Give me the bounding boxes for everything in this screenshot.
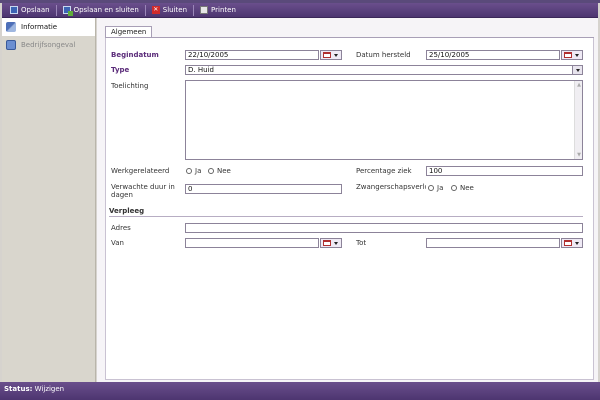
datum-hersteld-label: Datum hersteld bbox=[356, 51, 411, 59]
verpleeg-section-title: Verpleeg bbox=[109, 207, 145, 215]
document-icon bbox=[6, 40, 16, 50]
tab-algemeen[interactable]: Algemeen bbox=[105, 26, 153, 37]
type-select[interactable]: D. Huid bbox=[185, 65, 583, 75]
chevron-down-icon bbox=[334, 242, 338, 245]
adres-label: Adres bbox=[111, 224, 131, 232]
save-and-close-button[interactable]: Opslaan en sluiten bbox=[59, 4, 143, 17]
sidebar-item-label: Bedrijfsongeval bbox=[21, 41, 76, 49]
chevron-down-icon bbox=[334, 54, 338, 57]
save-close-label: Opslaan en sluiten bbox=[73, 6, 139, 14]
werkgerelateerd-nee-radio[interactable] bbox=[208, 168, 214, 174]
chevron-down-icon bbox=[575, 54, 579, 57]
toolbar: Opslaan Opslaan en sluiten ✕ Sluiten Pri… bbox=[2, 3, 598, 18]
toolbar-separator bbox=[144, 4, 146, 16]
tot-calendar-button[interactable] bbox=[561, 238, 583, 248]
main-content: Algemeen Begindatum 22/10/2005 Datum her… bbox=[97, 18, 598, 382]
toelichting-textarea[interactable]: ▲ ▼ bbox=[185, 80, 583, 160]
close-label: Sluiten bbox=[162, 6, 188, 14]
sidebar-item-bedrijfsongeval[interactable]: Bedrijfsongeval bbox=[2, 36, 95, 54]
type-dropdown-arrow[interactable] bbox=[572, 65, 583, 75]
status-bar: Status: Wijzigen bbox=[0, 382, 600, 400]
van-label: Van bbox=[111, 239, 124, 247]
save-icon bbox=[10, 6, 18, 14]
save-button-label: Opslaan bbox=[21, 6, 50, 14]
percentage-ziek-label: Percentage ziek bbox=[356, 167, 412, 175]
van-calendar-button[interactable] bbox=[320, 238, 342, 248]
van-field[interactable] bbox=[185, 238, 319, 248]
sidebar-item-label: Informatie bbox=[21, 23, 58, 31]
verwachte-duur-label: Verwachte duur in dagen bbox=[111, 183, 175, 199]
zwangerschap-nee-label: Nee bbox=[460, 184, 474, 192]
datum-hersteld-calendar-button[interactable] bbox=[561, 50, 583, 60]
werkgerelateerd-ja-label: Ja bbox=[195, 167, 202, 175]
percentage-ziek-field[interactable]: 100 bbox=[426, 166, 583, 176]
section-divider bbox=[109, 216, 583, 217]
scroll-down-icon[interactable]: ▼ bbox=[576, 152, 582, 158]
textarea-scrollbar[interactable]: ▲ ▼ bbox=[574, 81, 582, 159]
adres-field[interactable] bbox=[185, 223, 583, 233]
werkgerelateerd-ja-radio[interactable] bbox=[186, 168, 192, 174]
tot-field[interactable] bbox=[426, 238, 560, 248]
tot-label: Tot bbox=[356, 239, 367, 247]
toolbar-separator bbox=[55, 4, 57, 16]
print-button[interactable]: Printen bbox=[196, 4, 240, 17]
toolbar-separator bbox=[193, 4, 195, 16]
close-button[interactable]: ✕ Sluiten bbox=[148, 4, 191, 17]
save-close-icon bbox=[62, 6, 73, 16]
chevron-down-icon bbox=[575, 242, 579, 245]
print-icon bbox=[200, 6, 209, 14]
information-icon bbox=[6, 22, 16, 32]
sidebar-item-informatie[interactable]: Informatie bbox=[2, 18, 95, 36]
calendar-icon bbox=[323, 240, 331, 246]
calendar-icon bbox=[564, 52, 572, 58]
zwangerschap-ja-radio[interactable] bbox=[428, 185, 434, 191]
verwachte-duur-field[interactable]: 0 bbox=[185, 184, 342, 194]
werkgerelateerd-nee-label: Nee bbox=[217, 167, 231, 175]
tab-strip: Algemeen bbox=[105, 26, 153, 37]
close-icon: ✕ bbox=[151, 6, 160, 14]
toelichting-label: Toelichting bbox=[111, 82, 149, 90]
calendar-icon bbox=[564, 240, 572, 246]
zwangerschap-label: Zwangerschapsverlc bbox=[356, 183, 426, 191]
sidebar: Informatie Bedrijfsongeval bbox=[2, 18, 96, 382]
datum-hersteld-field[interactable]: 25/10/2005 bbox=[426, 50, 560, 60]
begindatum-field[interactable]: 22/10/2005 bbox=[185, 50, 319, 60]
calendar-icon bbox=[323, 52, 331, 58]
begindatum-calendar-button[interactable] bbox=[320, 50, 342, 60]
type-label: Type bbox=[111, 66, 130, 74]
zwangerschap-nee-radio[interactable] bbox=[451, 185, 457, 191]
scroll-up-icon[interactable]: ▲ bbox=[576, 82, 582, 88]
status-label: Status: bbox=[4, 385, 33, 393]
zwangerschap-ja-label: Ja bbox=[437, 184, 444, 192]
begindatum-label: Begindatum bbox=[111, 51, 159, 59]
save-button[interactable]: Opslaan bbox=[6, 4, 54, 17]
werkgerelateerd-label: Werkgerelateerd bbox=[111, 167, 170, 175]
status-value: Wijzigen bbox=[34, 385, 65, 393]
print-label: Printen bbox=[211, 6, 236, 14]
